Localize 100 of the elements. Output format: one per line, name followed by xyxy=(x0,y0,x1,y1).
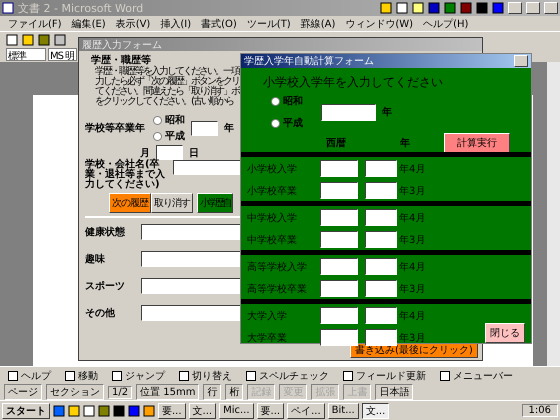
close-form-button[interactable]: 閉じる xyxy=(485,322,525,342)
function-key-label[interactable]: メニューバー xyxy=(453,368,513,382)
era-radio[interactable]: 昭和 xyxy=(153,113,185,127)
year-field[interactable] xyxy=(320,280,358,297)
menu-item[interactable]: ツール(T) xyxy=(246,16,291,30)
era-radio[interactable]: 平成 xyxy=(271,116,303,130)
year-field[interactable] xyxy=(365,307,397,324)
instruction-text: をクリックしてください。(古い順から xyxy=(95,97,233,107)
unit-label: 日 xyxy=(189,146,199,160)
toolbar-icon[interactable] xyxy=(98,404,110,416)
year-field[interactable] xyxy=(365,280,397,297)
year-field[interactable] xyxy=(365,258,397,275)
menu-item[interactable]: 編集(E) xyxy=(72,16,106,30)
calculate-button[interactable]: 計算実行 xyxy=(444,133,510,153)
toolbar-icon[interactable] xyxy=(83,404,95,416)
year-field[interactable] xyxy=(365,160,397,177)
function-key-label[interactable]: 移動 xyxy=(78,368,98,382)
toolbar-icon[interactable] xyxy=(380,2,392,14)
document-icon xyxy=(2,2,14,14)
school-field[interactable] xyxy=(173,160,243,175)
unit-label: 年 xyxy=(400,136,411,150)
taskbar-button[interactable]: Mic... xyxy=(219,402,254,418)
close-button[interactable] xyxy=(514,55,528,67)
maximize-button[interactable] xyxy=(526,2,540,14)
status-section: セクション xyxy=(46,384,104,400)
toolbar-icon[interactable] xyxy=(444,2,456,14)
clock: 1:06 xyxy=(522,404,558,417)
year-field[interactable] xyxy=(320,329,358,346)
field-label: 月 xyxy=(140,146,150,158)
year-field[interactable] xyxy=(320,258,358,275)
toolbar-icon[interactable] xyxy=(460,2,472,14)
month-field[interactable] xyxy=(156,145,183,160)
menu-item[interactable]: 挿入(I) xyxy=(160,16,192,30)
taskbar-button[interactable]: Bit... xyxy=(328,402,359,418)
scrollbar[interactable] xyxy=(546,62,560,366)
field-label: 学校・会社名(卒業・退社等まで入力してください) xyxy=(85,160,166,190)
toolbar-icon[interactable] xyxy=(143,404,155,416)
form-button[interactable]: 取り消す xyxy=(151,193,193,213)
function-key-label[interactable]: スペルチェック xyxy=(259,368,329,382)
unit-label: 年4月 xyxy=(399,260,426,274)
key-icon xyxy=(8,370,18,380)
function-key-label[interactable]: ヘルプ xyxy=(21,368,51,382)
menu-item[interactable]: 書式(O) xyxy=(201,16,237,30)
year-field[interactable] xyxy=(365,231,397,248)
toolbar-icon[interactable] xyxy=(38,34,50,46)
row-label: 小学校卒業 xyxy=(247,184,298,198)
menu-item[interactable]: 表示(V) xyxy=(116,16,150,30)
menu-item[interactable]: ヘルプ(H) xyxy=(423,16,468,30)
year-field[interactable] xyxy=(365,329,397,346)
toolbar-icon[interactable] xyxy=(412,2,424,14)
row-label: 高等学校入学 xyxy=(247,260,308,274)
toolbar-icon[interactable] xyxy=(476,2,488,14)
menu-item[interactable]: ウィンドウ(W) xyxy=(345,16,414,30)
unit-label: 年3月 xyxy=(399,184,426,198)
section-heading: 学歴・職歴等 xyxy=(91,55,151,66)
status-language: 日本語 xyxy=(375,384,414,400)
minimize-button[interactable] xyxy=(508,2,522,14)
toolbar-icon[interactable] xyxy=(68,404,80,416)
year-field[interactable] xyxy=(321,104,376,120)
style-dropdown[interactable]: 標準 xyxy=(6,48,46,61)
font-dropdown[interactable]: MS 明 xyxy=(48,48,77,61)
form-button[interactable]: 次の履歴 xyxy=(109,193,151,213)
toolbar-icon[interactable] xyxy=(53,404,65,416)
taskbar-button[interactable]: 文... xyxy=(362,402,390,418)
function-key-label[interactable]: ジャンプ xyxy=(125,368,165,382)
year-field[interactable] xyxy=(320,307,358,324)
toolbar-icon[interactable] xyxy=(396,2,408,14)
toolbar-icon[interactable] xyxy=(6,34,18,46)
era-radio[interactable]: 昭和 xyxy=(271,94,303,108)
close-button[interactable] xyxy=(544,2,558,14)
year-field[interactable] xyxy=(365,209,397,226)
year-field[interactable] xyxy=(320,209,358,226)
field-label: 趣味 xyxy=(85,252,106,266)
year-field[interactable] xyxy=(320,160,358,177)
year-field[interactable] xyxy=(320,182,358,199)
menu-item[interactable]: ファイル(F) xyxy=(8,16,62,30)
window-title: 文書 2 - Microsoft Word xyxy=(18,0,144,16)
year-field[interactable] xyxy=(320,231,358,248)
year-field[interactable] xyxy=(365,182,397,199)
instruction-text: 力したら必ず「次の履歴」ボタンをクリ xyxy=(95,77,239,87)
field-label: スポーツ xyxy=(85,280,126,292)
toolbar-icon[interactable] xyxy=(22,34,34,46)
toolbar-icon[interactable] xyxy=(492,2,504,14)
toolbar-icon[interactable] xyxy=(428,2,440,14)
taskbar-button[interactable]: 文... xyxy=(188,402,216,418)
era-radio[interactable]: 平成 xyxy=(153,129,185,143)
unit-label: 年3月 xyxy=(399,234,426,246)
taskbar-button[interactable]: ペイ... xyxy=(287,402,325,418)
menu-item[interactable]: 罫線(A) xyxy=(300,16,336,30)
toolbar-icon[interactable] xyxy=(128,404,140,416)
function-key-label[interactable]: フィールド更新 xyxy=(356,368,426,382)
toolbar-icon[interactable] xyxy=(54,34,66,46)
taskbar-button[interactable]: 要... xyxy=(158,402,186,418)
toolbar-icon[interactable] xyxy=(113,404,125,416)
row-label: 小学校入学 xyxy=(247,162,298,176)
function-key-label[interactable]: 切り替え xyxy=(192,368,232,382)
taskbar-button[interactable]: 要... xyxy=(256,402,284,418)
start-button[interactable]: スタート xyxy=(2,402,50,418)
form-button[interactable]: 小学歴自 xyxy=(197,193,233,213)
year-field[interactable] xyxy=(191,120,218,136)
